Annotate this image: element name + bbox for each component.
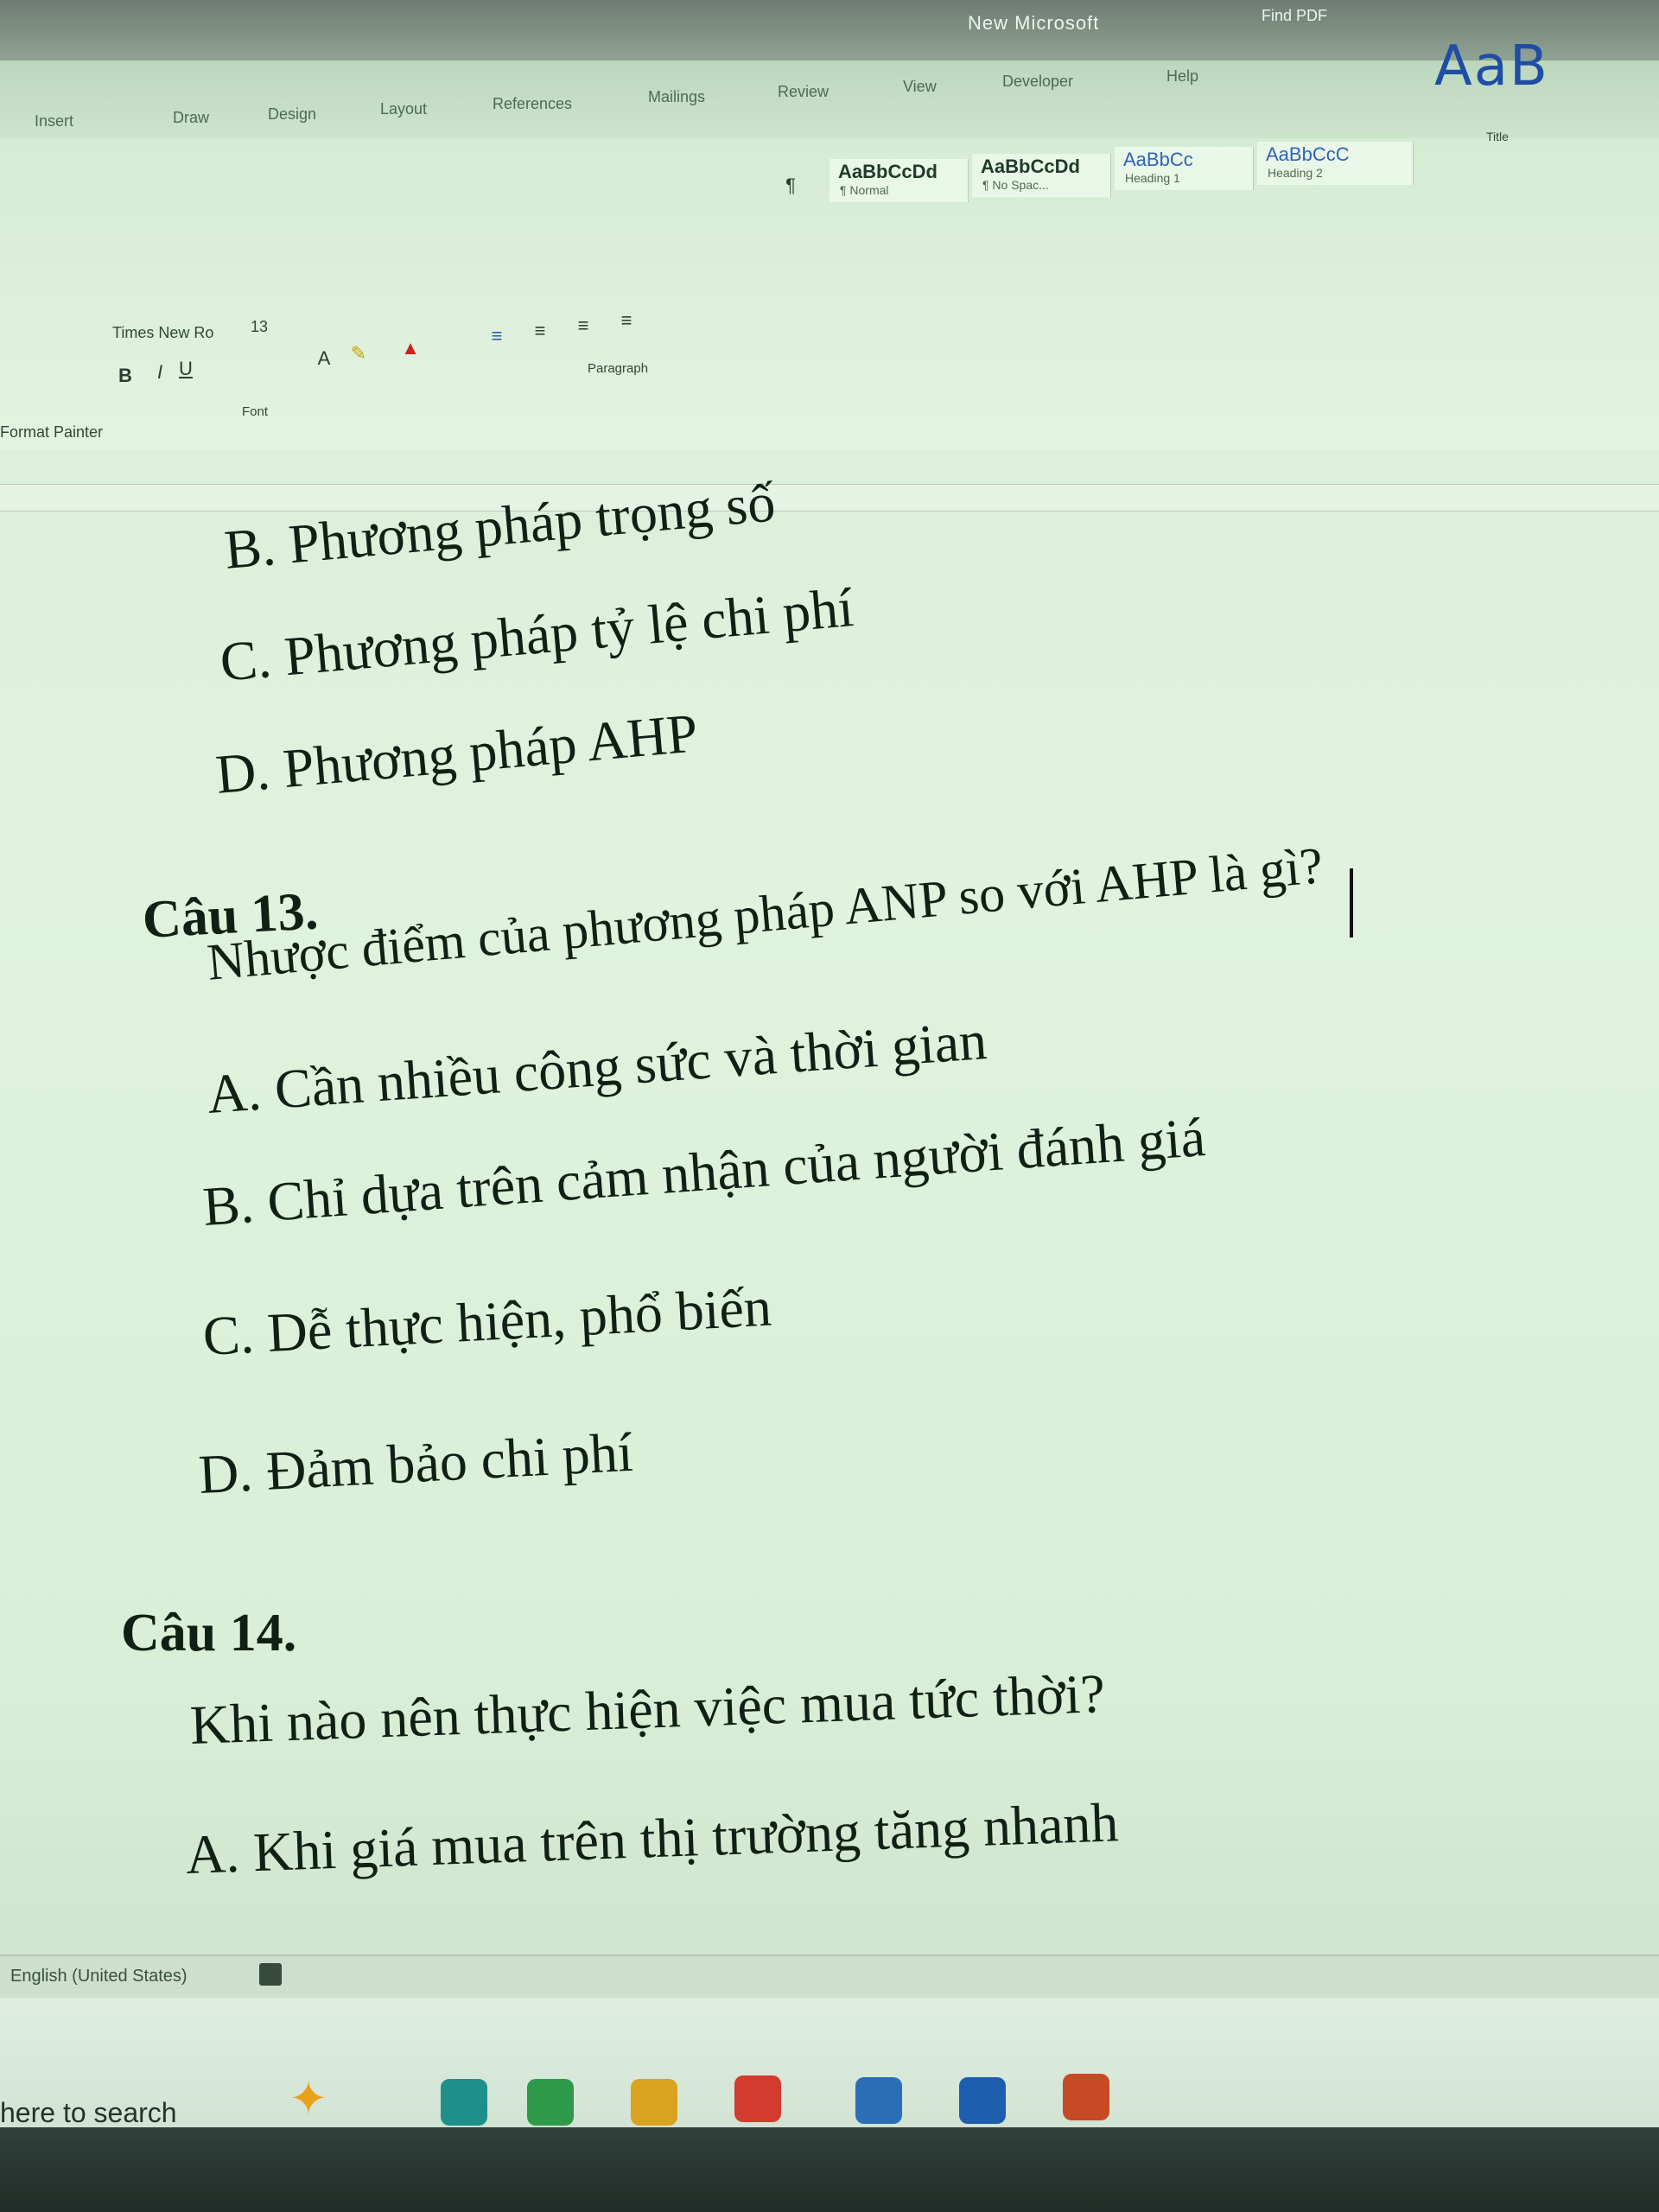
style-title-sample[interactable]: AaB [1434,35,1549,99]
copilot-icon[interactable]: ✦ [285,2075,332,2122]
underline-icon[interactable]: U [173,356,199,382]
style-normal[interactable]: AaBbCcDd ¶ Normal [830,159,969,202]
highlight-icon[interactable]: ✎ [346,340,372,366]
monitor-bezel-bottom [0,2127,1659,2212]
italic-icon[interactable]: I [147,359,173,385]
question-14-heading: Câu 14. [121,1604,297,1662]
style-sample: AaBbCcC [1266,143,1350,165]
file-explorer-icon[interactable] [631,2079,677,2126]
tab-insert[interactable]: Insert [35,112,73,130]
ribbon: Times New Ro 13 Format Painter B I U A ✎… [0,138,1659,449]
style-label: ¶ Normal [840,183,889,197]
tab-design[interactable]: Design [268,105,316,124]
paragraph-mark-icon[interactable]: ¶ [778,173,804,199]
ribbon-tabs: Insert Draw Design Layout References Mai… [0,60,1659,138]
justify-icon[interactable]: ≡ [613,308,639,334]
title-bar: New Microsoft Find PDF [0,0,1659,60]
style-title-label: Title [1486,130,1509,143]
chrome-icon[interactable] [734,2075,781,2122]
tab-layout[interactable]: Layout [380,100,427,118]
paragraph-group-label: Paragraph [588,361,649,376]
text-effects-icon[interactable]: A [311,346,337,372]
powerpoint-icon[interactable] [1063,2074,1109,2120]
format-painter-button[interactable]: Format Painter [0,423,103,442]
font-size-field[interactable]: 13 [251,318,268,336]
store-icon[interactable] [855,2077,902,2124]
horizontal-ruler[interactable] [0,484,1659,512]
question-14-text: Khi nào nên thực hiện việc mua tức thời? [188,1662,1106,1756]
tab-developer[interactable]: Developer [1002,73,1073,91]
language-indicator[interactable]: English (United States) [10,1967,188,1986]
style-sample: AaBbCcDd [838,161,938,182]
style-label: ¶ No Spac... [982,178,1049,192]
answer-a: A. Cần nhiều công sức và thời gian [205,1009,989,1125]
bold-icon[interactable]: B [112,363,138,389]
answer-c: C. Phương pháp tỷ lệ chi phí [217,576,856,693]
font-group-label: Font [242,404,269,419]
window-title: New Microsoft [968,12,1100,34]
chrome-icon[interactable] [527,2079,574,2126]
tab-references[interactable]: References [493,95,572,113]
tab-mailings[interactable]: Mailings [648,88,705,106]
answer-a: A. Khi giá mua trên thị trường tăng nhan… [184,1791,1120,1885]
text-cursor [1350,868,1353,938]
find-pdf-label[interactable]: Find PDF [1262,7,1327,25]
tab-view[interactable]: View [903,78,937,96]
style-no-spacing[interactable]: AaBbCcDd ¶ No Spac... [972,154,1111,197]
document-page[interactable]: B. Phương pháp trọng số C. Phương pháp t… [0,471,1659,1944]
edge-icon[interactable] [441,2079,487,2126]
style-sample: AaBbCc [1123,149,1193,170]
style-heading-1[interactable]: AaBbCc Heading 1 [1115,147,1254,190]
style-label: Heading 2 [1268,166,1323,180]
style-label: Heading 1 [1125,171,1180,185]
status-bar: English (United States) [0,1955,1659,1999]
screen: New Microsoft Find PDF Insert Draw Desig… [0,0,1659,2212]
tab-review[interactable]: Review [778,83,829,101]
accessibility-icon[interactable] [259,1963,282,1986]
align-left-icon[interactable]: ≡ [484,323,510,349]
answer-d: D. Đảm bảo chi phí [197,1421,635,1505]
taskbar-search[interactable]: here to search [0,2097,177,2129]
answer-c: C. Dễ thực hiện, phổ biến [201,1275,773,1367]
question-13-text: Nhược điểm của phương pháp ANP so với AH… [205,836,1325,991]
font-name-field[interactable]: Times New Ro [112,324,213,342]
answer-d: D. Phương pháp AHP [213,702,701,805]
font-color-icon[interactable]: ▲ [397,335,423,361]
outlook-icon[interactable] [959,2077,1006,2124]
tab-help[interactable]: Help [1166,67,1198,86]
style-sample: AaBbCcDd [981,156,1080,177]
align-right-icon[interactable]: ≡ [570,313,596,339]
taskbar: here to search ✦ [0,1998,1659,2129]
answer-b: B. Chỉ dựa trên cảm nhận của người đánh … [200,1105,1208,1237]
align-center-icon[interactable]: ≡ [527,318,553,344]
tab-draw[interactable]: Draw [173,109,209,127]
style-heading-2[interactable]: AaBbCcC Heading 2 [1257,142,1414,185]
